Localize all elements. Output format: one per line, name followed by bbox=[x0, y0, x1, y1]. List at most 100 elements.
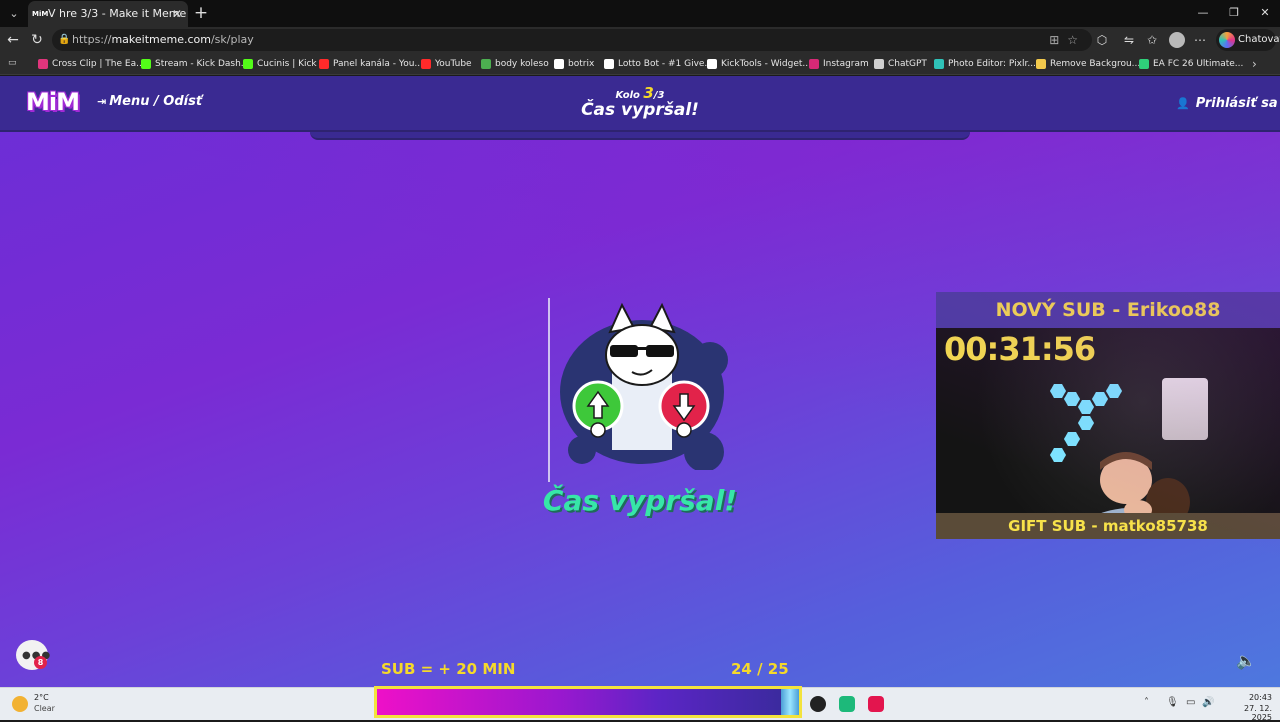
chat-unread-badge: 8 bbox=[34, 656, 47, 669]
stream-webcam-overlay: NOVÝ SUB - Erikoo88 00:31:56 GIFT SUB - … bbox=[936, 292, 1280, 539]
bookmark-icon bbox=[554, 59, 564, 69]
browser-tab-active[interactable]: MiM V hre 3/3 - Make it Meme ✕ bbox=[28, 1, 188, 27]
bookmark-label: botrix bbox=[568, 59, 595, 69]
login-label: Prihlásiť sa bbox=[1195, 96, 1278, 111]
clock-time[interactable]: 20:43 bbox=[1246, 693, 1272, 702]
app-icon[interactable] bbox=[810, 696, 826, 712]
led-panel-icon bbox=[1078, 400, 1094, 414]
bookmark-icon bbox=[1036, 59, 1046, 69]
bookmark-label: EA FC 26 Ultimate... bbox=[1153, 59, 1244, 69]
bookmark-label: Cucinis | Kick bbox=[257, 59, 317, 69]
tiktok-icon[interactable] bbox=[868, 696, 884, 712]
tab-favicon: MiM bbox=[32, 10, 49, 18]
bookmark-icon bbox=[38, 59, 48, 69]
app-icon[interactable] bbox=[839, 696, 855, 712]
sub-goal-count: 24 / 25 bbox=[731, 660, 789, 678]
sub-goal-label: SUB = + 20 MIN bbox=[381, 660, 516, 678]
bookmark-label: Photo Editor: Pixlr... bbox=[948, 59, 1036, 69]
url-path: /sk/play bbox=[210, 33, 254, 46]
bookmark-item[interactable]: Cross Clip | The Ea... bbox=[38, 53, 145, 75]
microphone-icon[interactable]: 🎙 bbox=[1166, 697, 1179, 708]
new-sub-banner: NOVÝ SUB - Erikoo88 bbox=[936, 292, 1280, 328]
address-bar-actions-icons[interactable]: ⊞☆ bbox=[1049, 29, 1086, 51]
sub-goal-track bbox=[377, 689, 799, 715]
bookmark-label: Remove Backgrou... bbox=[1050, 59, 1141, 69]
favorites-icon[interactable]: ✩ bbox=[1142, 30, 1162, 50]
user-icon: 👤 bbox=[1176, 97, 1190, 110]
split-screen-icon[interactable]: ⇋ bbox=[1119, 30, 1139, 50]
game-page: MiM ⇥ Menu / Odísť Kolo 3/3 Čas vypršal! … bbox=[0, 76, 1280, 687]
led-panel-icon bbox=[1050, 384, 1066, 398]
bookmark-item[interactable]: Stream - Kick Dash... bbox=[141, 53, 249, 75]
sub-goal-fill bbox=[377, 689, 783, 715]
bookmark-item[interactable]: ChatGPT bbox=[874, 53, 927, 75]
bookmark-label: KickTools - Widget... bbox=[721, 59, 811, 69]
bookmark-icon bbox=[874, 59, 884, 69]
bookmarks-bar: ▭ Cross Clip | The Ea... Stream - Kick D… bbox=[0, 53, 1280, 75]
bookmark-item[interactable]: Instagram bbox=[809, 53, 869, 75]
moon-weather-icon[interactable] bbox=[12, 696, 28, 712]
url-prefix: https:// bbox=[72, 33, 112, 46]
bookmark-item[interactable]: EA FC 26 Ultimate... bbox=[1139, 53, 1243, 75]
bookmark-item[interactable]: Panel kanála - You... bbox=[319, 53, 423, 75]
sub-goal-progress-bar bbox=[374, 686, 802, 718]
bookmark-item[interactable]: YouTube bbox=[421, 53, 472, 75]
bookmark-item[interactable]: Lotto Bot - #1 Give... bbox=[604, 53, 713, 75]
bookmark-label: Stream - Kick Dash... bbox=[155, 59, 250, 69]
gift-sub-banner: GIFT SUB - matko85738 bbox=[936, 513, 1280, 539]
bookmark-icon bbox=[481, 59, 491, 69]
display-icon[interactable]: ▭ bbox=[1186, 697, 1195, 708]
close-tab-icon[interactable]: ✕ bbox=[172, 1, 182, 27]
bookmark-icon bbox=[243, 59, 253, 69]
bookmark-item[interactable]: Cucinis | Kick bbox=[243, 53, 317, 75]
bookmark-item[interactable]: botrix bbox=[554, 53, 594, 75]
windows-taskbar: 2°C Clear ˄ 🎙 ▭ 🔊 20:43 27. 12. 2025 bbox=[0, 686, 1280, 722]
tray-overflow-chevron-icon[interactable]: ˄ bbox=[1144, 697, 1149, 708]
led-panel-icon bbox=[1064, 392, 1080, 406]
bookmark-icon bbox=[809, 59, 819, 69]
more-options-icon[interactable]: ⋯ bbox=[1190, 30, 1210, 50]
refresh-icon[interactable]: ↻ bbox=[27, 30, 47, 50]
profile-avatar[interactable] bbox=[1169, 32, 1185, 48]
new-tab-button[interactable]: + bbox=[192, 3, 210, 23]
copilot-label: Chatovať bbox=[1238, 34, 1280, 45]
bookmarks-toggle-icon[interactable]: ▭ bbox=[8, 58, 20, 68]
led-panel-icon bbox=[1078, 416, 1094, 430]
speaker-icon[interactable]: 🔈 bbox=[1236, 651, 1256, 670]
subathon-timer: 00:31:56 bbox=[944, 330, 1096, 368]
maximize-window-button[interactable]: ❐ bbox=[1221, 4, 1247, 22]
url-host: makeitmeme.com bbox=[111, 33, 211, 46]
bookmark-item[interactable]: Photo Editor: Pixlr... bbox=[934, 53, 1036, 75]
bookmark-label: ChatGPT bbox=[888, 59, 927, 69]
bookmark-item[interactable]: body koleso bbox=[481, 53, 549, 75]
tab-actions-menu-icon[interactable]: ⌄ bbox=[4, 4, 24, 23]
led-panel-icon bbox=[1064, 432, 1080, 446]
extensions-icon[interactable]: ⬡ bbox=[1092, 30, 1112, 50]
bookmark-label: YouTube bbox=[435, 59, 472, 69]
vertical-divider bbox=[548, 298, 550, 482]
bookmark-icon bbox=[421, 59, 431, 69]
volume-icon[interactable]: 🔊 bbox=[1202, 697, 1214, 708]
minimize-window-button[interactable]: — bbox=[1190, 4, 1216, 22]
site-header: MiM ⇥ Menu / Odísť Kolo 3/3 Čas vypršal! … bbox=[0, 76, 1280, 132]
bookmark-item[interactable]: KickTools - Widget... bbox=[707, 53, 811, 75]
led-panel-icon bbox=[1092, 392, 1108, 406]
login-button[interactable]: 👤 Prihlásiť sa bbox=[1176, 96, 1278, 111]
tab-title: V hre 3/3 - Make it Meme bbox=[48, 7, 187, 20]
sub-goal-tail bbox=[781, 689, 799, 715]
bookmarks-overflow-chevron-icon[interactable]: › bbox=[1252, 53, 1257, 75]
exit-icon: ⇥ bbox=[97, 95, 107, 108]
browser-tab-bar: ⌄ MiM V hre 3/3 - Make it Meme ✕ + — ❐ ✕ bbox=[0, 0, 1280, 27]
back-arrow-icon[interactable]: ← bbox=[3, 30, 23, 50]
address-input[interactable]: 🔒 https://makeitmeme.com/sk/play ⊞☆ bbox=[52, 29, 1092, 51]
close-window-button[interactable]: ✕ bbox=[1252, 4, 1278, 22]
bookmark-icon bbox=[319, 59, 329, 69]
copilot-chat-button[interactable]: Chatovať bbox=[1216, 29, 1280, 51]
bookmark-item[interactable]: Remove Backgrou... bbox=[1036, 53, 1140, 75]
round-status-title: Čas vypršal! bbox=[581, 100, 699, 120]
copilot-icon bbox=[1219, 32, 1235, 48]
menu-leave-button[interactable]: ⇥ Menu / Odísť bbox=[97, 94, 202, 109]
clock-date[interactable]: 27. 12. 2025 bbox=[1222, 704, 1272, 722]
site-logo[interactable]: MiM bbox=[26, 88, 80, 116]
address-toolbar: ← ↻ 🔒 https://makeitmeme.com/sk/play ⊞☆ … bbox=[0, 27, 1280, 53]
